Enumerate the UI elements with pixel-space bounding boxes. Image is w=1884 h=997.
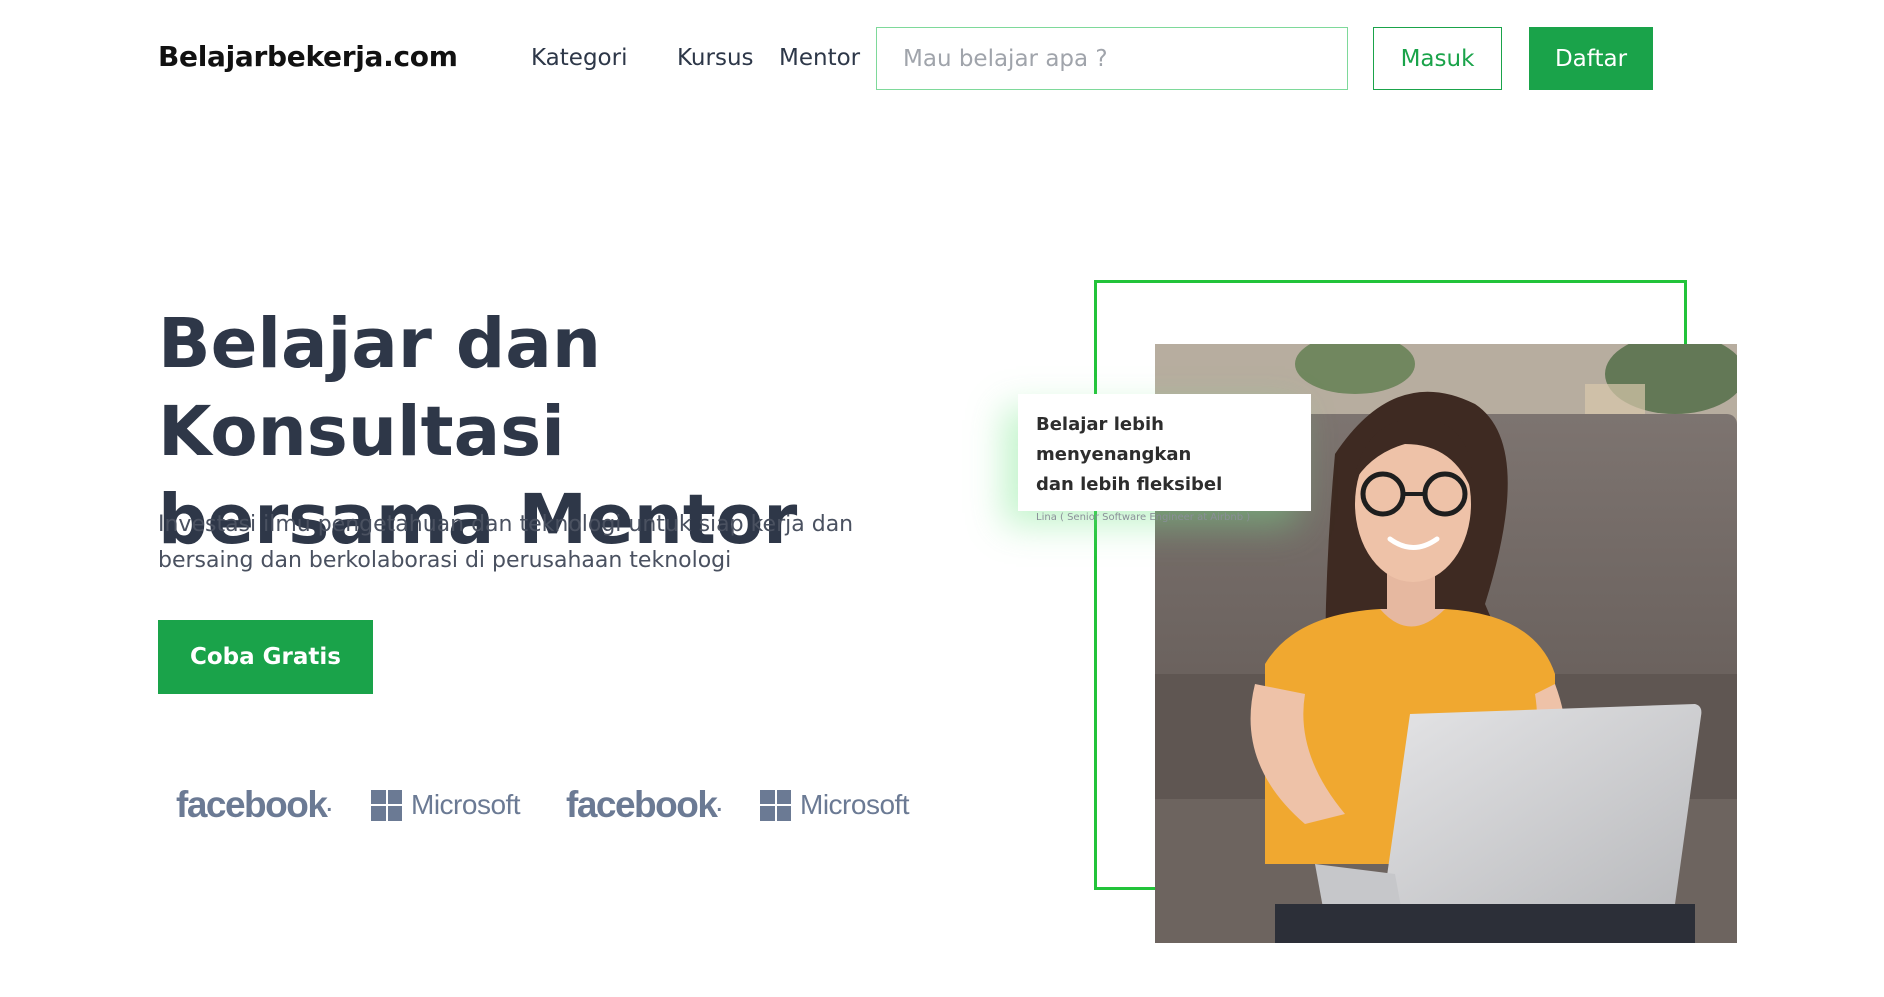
login-button[interactable]: Masuk <box>1373 27 1502 90</box>
nav-mentor[interactable]: Mentor <box>779 45 860 71</box>
register-button[interactable]: Daftar <box>1529 27 1653 90</box>
hero-subtitle-line: Investasi ilmu pengetahuan dan teknologi… <box>158 512 854 537</box>
testimonial-author: Lina ( Senior Software Engineer at Airbn… <box>1036 512 1251 523</box>
search-input[interactable] <box>876 27 1348 90</box>
partner-logo-microsoft: Microsoft <box>760 783 910 827</box>
testimonial-line: dan lebih fleksibel <box>1036 474 1223 495</box>
hero-title-line: Belajar dan Konsultasi <box>158 304 601 472</box>
try-free-button[interactable]: Coba Gratis <box>158 620 373 694</box>
facebook-dot: . <box>326 793 332 816</box>
microsoft-wordmark: Microsoft <box>800 789 910 820</box>
facebook-wordmark: facebook <box>176 784 328 825</box>
windows-icon <box>371 789 402 821</box>
facebook-dot: . <box>716 793 722 816</box>
hero-subtitle-line: bersaing dan berkolaborasi di perusahaan… <box>158 548 732 573</box>
hero-subtitle: Investasi ilmu pengetahuan dan teknologi… <box>158 507 898 579</box>
partner-logo-facebook: facebook. <box>176 783 332 827</box>
landing-page: Belajarbekerja.com Kategori Kursus Mento… <box>0 0 1884 997</box>
nav-kursus[interactable]: Kursus <box>677 45 754 71</box>
partner-logo-facebook: facebook. <box>566 783 722 827</box>
testimonial-line: Belajar lebih menyenangkan <box>1036 414 1192 465</box>
windows-icon <box>760 789 791 821</box>
partner-logo-microsoft: Microsoft <box>371 783 521 827</box>
testimonial-card: Belajar lebih menyenangkan dan lebih fle… <box>1018 394 1311 523</box>
microsoft-wordmark: Microsoft <box>411 789 521 820</box>
facebook-wordmark: facebook <box>566 784 718 825</box>
nav-kategori[interactable]: Kategori <box>531 45 627 71</box>
brand-logo[interactable]: Belajarbekerja.com <box>158 40 458 73</box>
